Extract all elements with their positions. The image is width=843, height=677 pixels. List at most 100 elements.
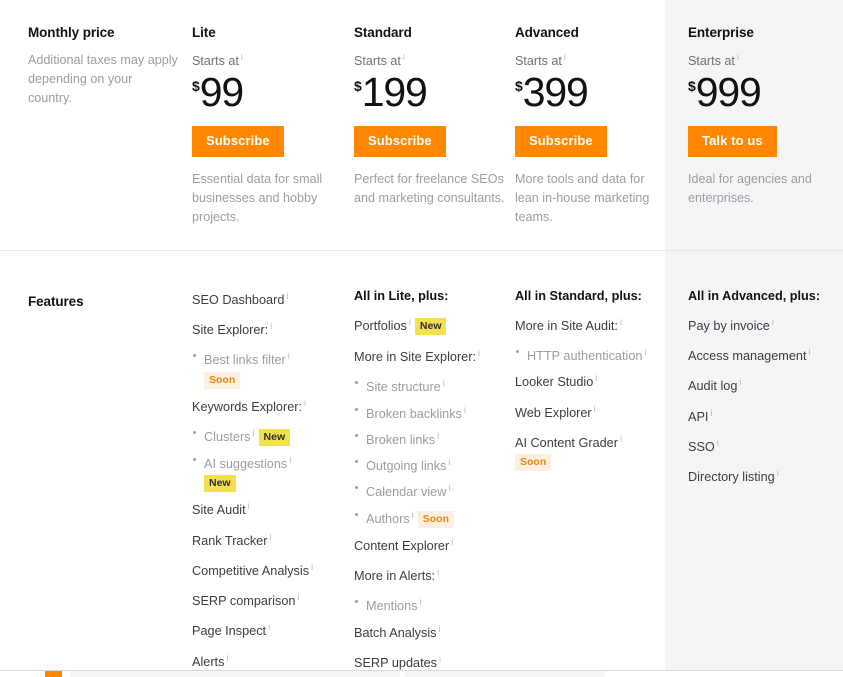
feature-label: SERP updates <box>354 656 437 671</box>
feature-item: SERP updates i <box>354 651 509 671</box>
info-icon[interactable]: i <box>248 501 250 511</box>
info-icon[interactable]: i <box>478 348 480 358</box>
info-icon[interactable]: i <box>304 398 306 408</box>
features-column-standard: All in Lite, plus: Portfolios i New More in … <box>354 288 509 677</box>
feature-sub-item: Best links filter i Soon <box>192 348 347 389</box>
badge-new: New <box>414 318 447 336</box>
feature-sub-item: Clusters i New <box>192 425 347 447</box>
badge-soon: Soon <box>515 454 552 472</box>
info-icon[interactable]: i <box>241 52 243 62</box>
bullet-icon <box>193 458 196 462</box>
feature-label: Competitive Analysis <box>192 564 310 579</box>
feature-label: Outgoing links <box>366 459 447 474</box>
feature-item: SEO Dashboard i <box>192 288 347 308</box>
info-icon[interactable]: i <box>808 347 810 357</box>
info-icon[interactable]: i <box>620 317 622 327</box>
info-icon[interactable]: i <box>448 483 450 493</box>
info-icon[interactable]: i <box>289 455 291 465</box>
feature-item: Access management i <box>688 344 834 364</box>
features-column-enterprise: All in Advanced, plus: Pay by invoice i Acc… <box>688 288 834 495</box>
info-icon[interactable]: i <box>717 438 719 448</box>
info-icon[interactable]: i <box>451 537 453 547</box>
feature-sub-item: AI suggestions i New <box>192 452 347 493</box>
bullet-icon <box>193 430 196 434</box>
info-icon[interactable]: i <box>412 510 414 520</box>
info-icon[interactable]: i <box>644 347 646 357</box>
info-icon[interactable]: i <box>772 317 774 327</box>
feature-label: Site Audit <box>192 503 246 518</box>
info-icon[interactable]: i <box>226 653 228 663</box>
feature-label: AI suggestions <box>204 457 288 472</box>
info-icon[interactable]: i <box>269 532 271 542</box>
info-icon[interactable]: i <box>464 405 466 415</box>
feature-label: All in Lite, plus: <box>354 289 449 303</box>
partial-orange-button[interactable] <box>45 671 62 677</box>
info-icon[interactable]: i <box>594 404 596 414</box>
plan-description: Essential data for small businesses and … <box>192 172 323 225</box>
feature-label: API <box>688 409 709 424</box>
info-icon[interactable]: i <box>564 52 566 62</box>
info-icon[interactable]: i <box>270 321 272 331</box>
info-icon[interactable]: i <box>437 431 439 441</box>
feature-item: All in Lite, plus: <box>354 288 509 304</box>
badge-soon: Soon <box>204 371 241 389</box>
feature-item: Batch Analysis i <box>354 621 509 641</box>
info-icon[interactable]: i <box>311 562 313 572</box>
info-icon[interactable]: i <box>419 597 421 607</box>
feature-label: Site structure <box>366 380 441 395</box>
feature-label: Audit log <box>688 379 738 394</box>
info-icon[interactable]: i <box>448 457 450 467</box>
badge-new: New <box>258 429 291 447</box>
plan-card-enterprise: Enterprise Starts at i $ 999 Talk to us I… <box>688 25 834 208</box>
info-icon[interactable]: i <box>288 351 290 361</box>
feature-item: Pay by invoice i <box>688 314 834 334</box>
talk-to-us-button[interactable]: Talk to us <box>688 126 777 158</box>
feature-label: Batch Analysis <box>354 625 437 640</box>
feature-sub-item: HTTP authentication i <box>515 344 665 364</box>
info-icon[interactable]: i <box>409 317 411 327</box>
plan-name: Lite <box>192 25 216 40</box>
feature-item: SERP comparison i <box>192 589 347 609</box>
currency-symbol: $ <box>192 78 200 95</box>
starts-at-label: Starts at i <box>354 49 509 69</box>
info-icon[interactable]: i <box>253 428 255 438</box>
info-icon[interactable]: i <box>286 291 288 301</box>
subscribe-button[interactable]: Subscribe <box>192 126 284 158</box>
info-icon[interactable]: i <box>739 377 741 387</box>
feature-item: Web Explorer i <box>515 401 665 421</box>
info-icon[interactable]: i <box>595 373 597 383</box>
info-icon[interactable]: i <box>403 52 405 62</box>
monthly-price-note: Additional taxes may apply depending on … <box>28 53 178 105</box>
bullet-icon <box>355 460 358 464</box>
subscribe-button[interactable]: Subscribe <box>515 126 607 158</box>
price: $ 199 <box>354 72 509 113</box>
feature-label: Alerts <box>192 654 225 669</box>
info-icon[interactable]: i <box>439 624 441 634</box>
price: $ 999 <box>688 72 834 113</box>
badge-new: New <box>204 475 236 493</box>
info-icon[interactable]: i <box>297 592 299 602</box>
feature-label: All in Advanced, plus: <box>688 289 821 303</box>
info-icon[interactable]: i <box>439 654 441 664</box>
starts-at-text: Starts at <box>688 54 735 69</box>
info-icon[interactable]: i <box>268 622 270 632</box>
info-icon[interactable]: i <box>443 378 445 388</box>
plan-description: Ideal for agencies and enterprises. <box>688 172 812 206</box>
feature-label: SEO Dashboard <box>192 293 285 308</box>
info-icon[interactable]: i <box>777 468 779 478</box>
info-icon[interactable]: i <box>437 567 439 577</box>
feature-item: Site Audit i <box>192 498 347 518</box>
feature-label: Broken backlinks <box>366 406 462 421</box>
feature-list: All in Lite, plus: Portfolios i New More in … <box>354 288 509 677</box>
feature-label: Site Explorer: <box>192 323 269 338</box>
monthly-price-title: Monthly price <box>28 25 115 40</box>
bullet-icon <box>355 486 358 490</box>
subscribe-button[interactable]: Subscribe <box>354 126 446 158</box>
feature-label: AI Content Grader <box>515 436 618 451</box>
feature-sub-item: Broken backlinks i <box>354 402 509 422</box>
info-icon[interactable]: i <box>620 434 622 444</box>
info-icon[interactable]: i <box>737 52 739 62</box>
info-icon[interactable]: i <box>710 408 712 418</box>
starts-at-label: Starts at i <box>192 49 347 69</box>
plan-name: Advanced <box>515 25 579 40</box>
